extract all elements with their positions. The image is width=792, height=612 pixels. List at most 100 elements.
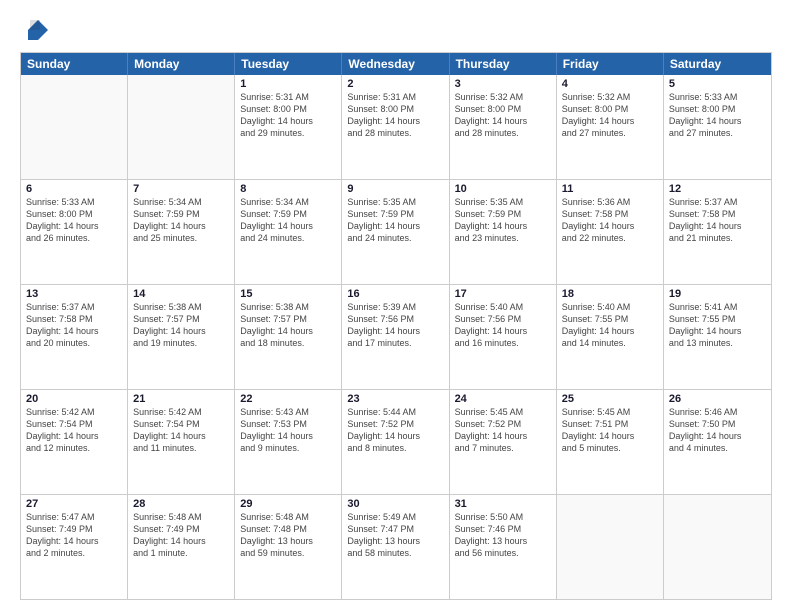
header-day-sunday: Sunday xyxy=(21,53,128,75)
day-info: Sunrise: 5:36 AM Sunset: 7:58 PM Dayligh… xyxy=(562,196,658,245)
header-day-wednesday: Wednesday xyxy=(342,53,449,75)
day-number: 8 xyxy=(240,183,336,195)
day-info: Sunrise: 5:45 AM Sunset: 7:51 PM Dayligh… xyxy=(562,406,658,455)
day-info: Sunrise: 5:34 AM Sunset: 7:59 PM Dayligh… xyxy=(240,196,336,245)
day-number: 17 xyxy=(455,288,551,300)
day-number: 5 xyxy=(669,78,766,90)
day-cell-5: 5Sunrise: 5:33 AM Sunset: 8:00 PM Daylig… xyxy=(664,75,771,179)
day-cell-21: 21Sunrise: 5:42 AM Sunset: 7:54 PM Dayli… xyxy=(128,390,235,494)
day-cell-30: 30Sunrise: 5:49 AM Sunset: 7:47 PM Dayli… xyxy=(342,495,449,599)
day-number: 31 xyxy=(455,498,551,510)
day-info: Sunrise: 5:35 AM Sunset: 7:59 PM Dayligh… xyxy=(347,196,443,245)
day-number: 19 xyxy=(669,288,766,300)
header-day-thursday: Thursday xyxy=(450,53,557,75)
day-number: 1 xyxy=(240,78,336,90)
empty-cell xyxy=(128,75,235,179)
day-info: Sunrise: 5:46 AM Sunset: 7:50 PM Dayligh… xyxy=(669,406,766,455)
calendar-week-2: 6Sunrise: 5:33 AM Sunset: 8:00 PM Daylig… xyxy=(21,180,771,285)
day-cell-26: 26Sunrise: 5:46 AM Sunset: 7:50 PM Dayli… xyxy=(664,390,771,494)
day-info: Sunrise: 5:42 AM Sunset: 7:54 PM Dayligh… xyxy=(26,406,122,455)
day-info: Sunrise: 5:44 AM Sunset: 7:52 PM Dayligh… xyxy=(347,406,443,455)
day-info: Sunrise: 5:35 AM Sunset: 7:59 PM Dayligh… xyxy=(455,196,551,245)
day-number: 6 xyxy=(26,183,122,195)
calendar: SundayMondayTuesdayWednesdayThursdayFrid… xyxy=(20,52,772,600)
day-number: 12 xyxy=(669,183,766,195)
day-info: Sunrise: 5:41 AM Sunset: 7:55 PM Dayligh… xyxy=(669,301,766,350)
day-cell-7: 7Sunrise: 5:34 AM Sunset: 7:59 PM Daylig… xyxy=(128,180,235,284)
day-number: 3 xyxy=(455,78,551,90)
day-cell-9: 9Sunrise: 5:35 AM Sunset: 7:59 PM Daylig… xyxy=(342,180,449,284)
calendar-header: SundayMondayTuesdayWednesdayThursdayFrid… xyxy=(21,53,771,75)
header-day-monday: Monday xyxy=(128,53,235,75)
day-info: Sunrise: 5:40 AM Sunset: 7:56 PM Dayligh… xyxy=(455,301,551,350)
day-info: Sunrise: 5:40 AM Sunset: 7:55 PM Dayligh… xyxy=(562,301,658,350)
day-cell-8: 8Sunrise: 5:34 AM Sunset: 7:59 PM Daylig… xyxy=(235,180,342,284)
header xyxy=(20,16,772,44)
day-number: 27 xyxy=(26,498,122,510)
day-number: 29 xyxy=(240,498,336,510)
day-info: Sunrise: 5:31 AM Sunset: 8:00 PM Dayligh… xyxy=(347,91,443,140)
calendar-body: 1Sunrise: 5:31 AM Sunset: 8:00 PM Daylig… xyxy=(21,75,771,599)
day-info: Sunrise: 5:38 AM Sunset: 7:57 PM Dayligh… xyxy=(240,301,336,350)
header-day-friday: Friday xyxy=(557,53,664,75)
day-cell-28: 28Sunrise: 5:48 AM Sunset: 7:49 PM Dayli… xyxy=(128,495,235,599)
day-number: 4 xyxy=(562,78,658,90)
day-info: Sunrise: 5:37 AM Sunset: 7:58 PM Dayligh… xyxy=(26,301,122,350)
day-info: Sunrise: 5:38 AM Sunset: 7:57 PM Dayligh… xyxy=(133,301,229,350)
day-cell-14: 14Sunrise: 5:38 AM Sunset: 7:57 PM Dayli… xyxy=(128,285,235,389)
day-cell-22: 22Sunrise: 5:43 AM Sunset: 7:53 PM Dayli… xyxy=(235,390,342,494)
day-info: Sunrise: 5:37 AM Sunset: 7:58 PM Dayligh… xyxy=(669,196,766,245)
empty-cell xyxy=(664,495,771,599)
day-number: 25 xyxy=(562,393,658,405)
day-info: Sunrise: 5:50 AM Sunset: 7:46 PM Dayligh… xyxy=(455,511,551,560)
day-cell-27: 27Sunrise: 5:47 AM Sunset: 7:49 PM Dayli… xyxy=(21,495,128,599)
day-number: 7 xyxy=(133,183,229,195)
header-day-tuesday: Tuesday xyxy=(235,53,342,75)
empty-cell xyxy=(21,75,128,179)
day-number: 15 xyxy=(240,288,336,300)
day-cell-3: 3Sunrise: 5:32 AM Sunset: 8:00 PM Daylig… xyxy=(450,75,557,179)
logo xyxy=(20,16,52,44)
day-info: Sunrise: 5:31 AM Sunset: 8:00 PM Dayligh… xyxy=(240,91,336,140)
header-day-saturday: Saturday xyxy=(664,53,771,75)
day-cell-19: 19Sunrise: 5:41 AM Sunset: 7:55 PM Dayli… xyxy=(664,285,771,389)
day-number: 9 xyxy=(347,183,443,195)
day-info: Sunrise: 5:49 AM Sunset: 7:47 PM Dayligh… xyxy=(347,511,443,560)
day-info: Sunrise: 5:42 AM Sunset: 7:54 PM Dayligh… xyxy=(133,406,229,455)
day-cell-1: 1Sunrise: 5:31 AM Sunset: 8:00 PM Daylig… xyxy=(235,75,342,179)
day-info: Sunrise: 5:47 AM Sunset: 7:49 PM Dayligh… xyxy=(26,511,122,560)
day-cell-2: 2Sunrise: 5:31 AM Sunset: 8:00 PM Daylig… xyxy=(342,75,449,179)
day-info: Sunrise: 5:32 AM Sunset: 8:00 PM Dayligh… xyxy=(455,91,551,140)
calendar-week-1: 1Sunrise: 5:31 AM Sunset: 8:00 PM Daylig… xyxy=(21,75,771,180)
day-info: Sunrise: 5:48 AM Sunset: 7:48 PM Dayligh… xyxy=(240,511,336,560)
calendar-week-5: 27Sunrise: 5:47 AM Sunset: 7:49 PM Dayli… xyxy=(21,495,771,599)
day-number: 26 xyxy=(669,393,766,405)
day-info: Sunrise: 5:39 AM Sunset: 7:56 PM Dayligh… xyxy=(347,301,443,350)
day-info: Sunrise: 5:33 AM Sunset: 8:00 PM Dayligh… xyxy=(26,196,122,245)
day-number: 23 xyxy=(347,393,443,405)
day-number: 14 xyxy=(133,288,229,300)
day-number: 10 xyxy=(455,183,551,195)
day-cell-20: 20Sunrise: 5:42 AM Sunset: 7:54 PM Dayli… xyxy=(21,390,128,494)
day-cell-16: 16Sunrise: 5:39 AM Sunset: 7:56 PM Dayli… xyxy=(342,285,449,389)
day-info: Sunrise: 5:33 AM Sunset: 8:00 PM Dayligh… xyxy=(669,91,766,140)
calendar-week-3: 13Sunrise: 5:37 AM Sunset: 7:58 PM Dayli… xyxy=(21,285,771,390)
day-cell-23: 23Sunrise: 5:44 AM Sunset: 7:52 PM Dayli… xyxy=(342,390,449,494)
empty-cell xyxy=(557,495,664,599)
day-cell-15: 15Sunrise: 5:38 AM Sunset: 7:57 PM Dayli… xyxy=(235,285,342,389)
day-info: Sunrise: 5:34 AM Sunset: 7:59 PM Dayligh… xyxy=(133,196,229,245)
day-info: Sunrise: 5:43 AM Sunset: 7:53 PM Dayligh… xyxy=(240,406,336,455)
day-number: 21 xyxy=(133,393,229,405)
day-cell-11: 11Sunrise: 5:36 AM Sunset: 7:58 PM Dayli… xyxy=(557,180,664,284)
day-cell-25: 25Sunrise: 5:45 AM Sunset: 7:51 PM Dayli… xyxy=(557,390,664,494)
day-info: Sunrise: 5:45 AM Sunset: 7:52 PM Dayligh… xyxy=(455,406,551,455)
logo-icon xyxy=(20,16,48,44)
day-number: 18 xyxy=(562,288,658,300)
day-info: Sunrise: 5:48 AM Sunset: 7:49 PM Dayligh… xyxy=(133,511,229,560)
day-number: 16 xyxy=(347,288,443,300)
day-cell-12: 12Sunrise: 5:37 AM Sunset: 7:58 PM Dayli… xyxy=(664,180,771,284)
day-cell-13: 13Sunrise: 5:37 AM Sunset: 7:58 PM Dayli… xyxy=(21,285,128,389)
page: SundayMondayTuesdayWednesdayThursdayFrid… xyxy=(0,0,792,612)
day-cell-17: 17Sunrise: 5:40 AM Sunset: 7:56 PM Dayli… xyxy=(450,285,557,389)
day-info: Sunrise: 5:32 AM Sunset: 8:00 PM Dayligh… xyxy=(562,91,658,140)
